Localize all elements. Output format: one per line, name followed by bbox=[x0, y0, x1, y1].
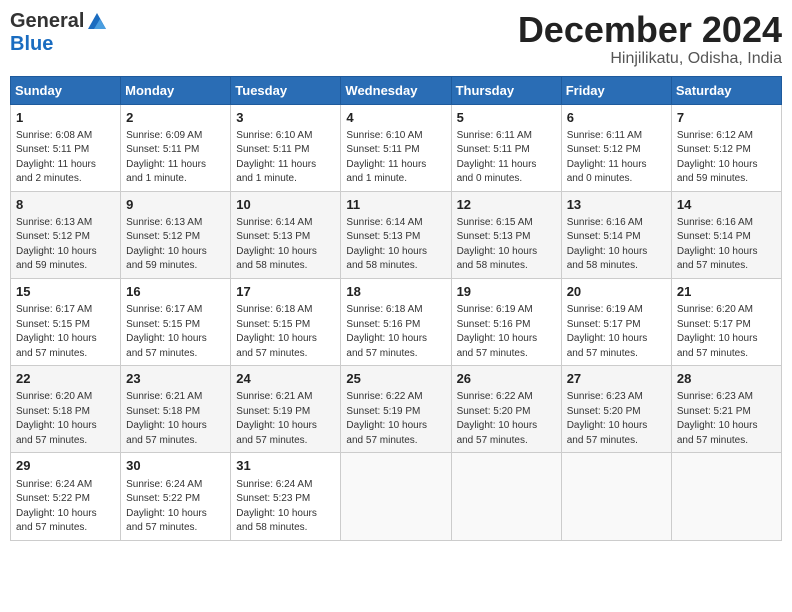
table-row: 29Sunrise: 6:24 AMSunset: 5:22 PMDayligh… bbox=[11, 453, 121, 540]
title-block: December 2024 Hinjilikatu, Odisha, India bbox=[518, 10, 782, 68]
page-header: General Blue December 2024 Hinjilikatu, … bbox=[10, 10, 782, 68]
header-sunday: Sunday bbox=[11, 76, 121, 104]
table-row: 1Sunrise: 6:08 AMSunset: 5:11 PMDaylight… bbox=[11, 104, 121, 191]
table-row: 14Sunrise: 6:16 AMSunset: 5:14 PMDayligh… bbox=[671, 191, 781, 278]
logo-icon bbox=[86, 11, 108, 33]
table-row: 24Sunrise: 6:21 AMSunset: 5:19 PMDayligh… bbox=[231, 366, 341, 453]
calendar-table: Sunday Monday Tuesday Wednesday Thursday… bbox=[10, 76, 782, 541]
table-row: 6Sunrise: 6:11 AMSunset: 5:12 PMDaylight… bbox=[561, 104, 671, 191]
table-row bbox=[561, 453, 671, 540]
header-wednesday: Wednesday bbox=[341, 76, 451, 104]
table-row: 12Sunrise: 6:15 AMSunset: 5:13 PMDayligh… bbox=[451, 191, 561, 278]
table-row: 5Sunrise: 6:11 AMSunset: 5:11 PMDaylight… bbox=[451, 104, 561, 191]
location: Hinjilikatu, Odisha, India bbox=[518, 50, 782, 68]
header-saturday: Saturday bbox=[671, 76, 781, 104]
table-row: 27Sunrise: 6:23 AMSunset: 5:20 PMDayligh… bbox=[561, 366, 671, 453]
month-title: December 2024 bbox=[518, 10, 782, 50]
table-row: 13Sunrise: 6:16 AMSunset: 5:14 PMDayligh… bbox=[561, 191, 671, 278]
table-row: 17Sunrise: 6:18 AMSunset: 5:15 PMDayligh… bbox=[231, 278, 341, 365]
table-row: 11Sunrise: 6:14 AMSunset: 5:13 PMDayligh… bbox=[341, 191, 451, 278]
table-row: 30Sunrise: 6:24 AMSunset: 5:22 PMDayligh… bbox=[121, 453, 231, 540]
table-row: 25Sunrise: 6:22 AMSunset: 5:19 PMDayligh… bbox=[341, 366, 451, 453]
header-thursday: Thursday bbox=[451, 76, 561, 104]
table-row: 3Sunrise: 6:10 AMSunset: 5:11 PMDaylight… bbox=[231, 104, 341, 191]
table-row: 8Sunrise: 6:13 AMSunset: 5:12 PMDaylight… bbox=[11, 191, 121, 278]
table-row: 18Sunrise: 6:18 AMSunset: 5:16 PMDayligh… bbox=[341, 278, 451, 365]
calendar-header-row: Sunday Monday Tuesday Wednesday Thursday… bbox=[11, 76, 782, 104]
logo: General Blue bbox=[10, 10, 108, 56]
table-row bbox=[341, 453, 451, 540]
table-row: 7Sunrise: 6:12 AMSunset: 5:12 PMDaylight… bbox=[671, 104, 781, 191]
table-row: 26Sunrise: 6:22 AMSunset: 5:20 PMDayligh… bbox=[451, 366, 561, 453]
table-row: 4Sunrise: 6:10 AMSunset: 5:11 PMDaylight… bbox=[341, 104, 451, 191]
table-row: 16Sunrise: 6:17 AMSunset: 5:15 PMDayligh… bbox=[121, 278, 231, 365]
table-row: 23Sunrise: 6:21 AMSunset: 5:18 PMDayligh… bbox=[121, 366, 231, 453]
header-monday: Monday bbox=[121, 76, 231, 104]
table-row: 19Sunrise: 6:19 AMSunset: 5:16 PMDayligh… bbox=[451, 278, 561, 365]
table-row: 15Sunrise: 6:17 AMSunset: 5:15 PMDayligh… bbox=[11, 278, 121, 365]
header-friday: Friday bbox=[561, 76, 671, 104]
table-row: 10Sunrise: 6:14 AMSunset: 5:13 PMDayligh… bbox=[231, 191, 341, 278]
table-row: 22Sunrise: 6:20 AMSunset: 5:18 PMDayligh… bbox=[11, 366, 121, 453]
table-row: 2Sunrise: 6:09 AMSunset: 5:11 PMDaylight… bbox=[121, 104, 231, 191]
table-row bbox=[671, 453, 781, 540]
header-tuesday: Tuesday bbox=[231, 76, 341, 104]
logo-blue-text: Blue bbox=[10, 33, 53, 56]
table-row: 9Sunrise: 6:13 AMSunset: 5:12 PMDaylight… bbox=[121, 191, 231, 278]
table-row: 28Sunrise: 6:23 AMSunset: 5:21 PMDayligh… bbox=[671, 366, 781, 453]
table-row: 21Sunrise: 6:20 AMSunset: 5:17 PMDayligh… bbox=[671, 278, 781, 365]
logo-general-text: General bbox=[10, 10, 84, 33]
table-row bbox=[451, 453, 561, 540]
table-row: 31Sunrise: 6:24 AMSunset: 5:23 PMDayligh… bbox=[231, 453, 341, 540]
table-row: 20Sunrise: 6:19 AMSunset: 5:17 PMDayligh… bbox=[561, 278, 671, 365]
